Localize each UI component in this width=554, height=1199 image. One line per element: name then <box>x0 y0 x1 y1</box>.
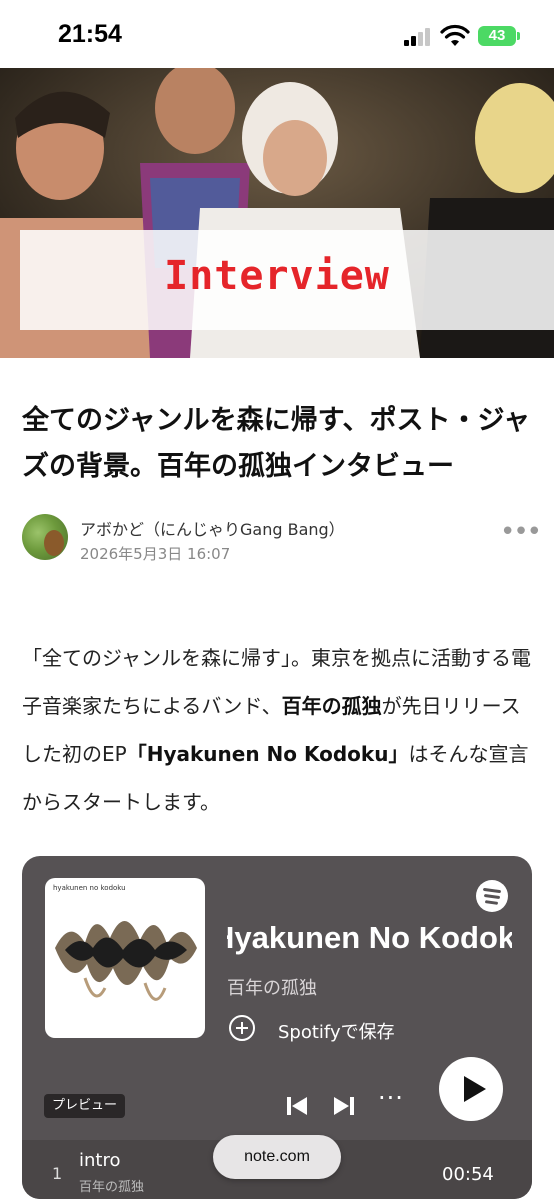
album-title-container: Hyakunen No Kodoku <box>227 920 512 970</box>
track-artist: 百年の孤独 <box>79 1180 145 1195</box>
article-title: 全てのジャンルを森に帰す、ポスト・ジャズの背景。百年の孤独インタビュー <box>22 405 531 482</box>
battery-tip <box>517 32 520 40</box>
preview-badge: プレビュー <box>44 1094 126 1118</box>
track-title: intro <box>79 1150 121 1171</box>
band-name: 百年の孤独 <box>281 694 382 718</box>
album-title[interactable]: Hyakunen No Kodoku <box>227 920 512 956</box>
album-art[interactable]: hyakunen no kodoku <box>45 878 205 1038</box>
article-paragraph: 「全てのジャンルを森に帰す」。東京を拠点に活動する電子音楽家たちによるバンド、百… <box>22 634 534 826</box>
play-button[interactable] <box>439 1057 503 1121</box>
author-avatar[interactable] <box>22 514 68 560</box>
ep-name: 「Hyakunen No Kodoku」 <box>126 742 409 766</box>
album-art-label: hyakunen no kodoku <box>53 884 126 892</box>
track-duration: 00:54 <box>442 1164 494 1185</box>
wifi-icon <box>440 24 470 46</box>
post-date: 2026年5月3日 16:07 <box>80 545 231 563</box>
album-artist[interactable]: 百年の孤独 <box>227 974 317 1000</box>
battery-indicator: 43 <box>478 26 516 46</box>
spotify-icon[interactable] <box>476 880 508 912</box>
next-track-icon[interactable] <box>332 1094 356 1118</box>
save-to-spotify-button[interactable]: Spotifyで保存 <box>278 1018 395 1044</box>
previous-track-icon[interactable] <box>285 1094 309 1118</box>
more-options-button[interactable]: ••• <box>500 519 542 545</box>
album-art-image <box>55 920 197 1001</box>
more-options-icon[interactable]: ··· <box>378 1084 404 1112</box>
cellular-signal-icon <box>404 28 434 46</box>
domain-url-pill[interactable]: note.com <box>213 1135 341 1179</box>
add-circle-icon[interactable] <box>229 1015 255 1041</box>
status-time: 21:54 <box>58 20 122 48</box>
hero-image: Interview <box>0 68 554 358</box>
author-name[interactable]: アボかど（にんじゃりGang Bang） <box>80 516 345 540</box>
status-bar: 21:54 43 <box>0 0 554 68</box>
hero-title: Interview <box>164 253 390 299</box>
track-number: 1 <box>52 1164 63 1183</box>
